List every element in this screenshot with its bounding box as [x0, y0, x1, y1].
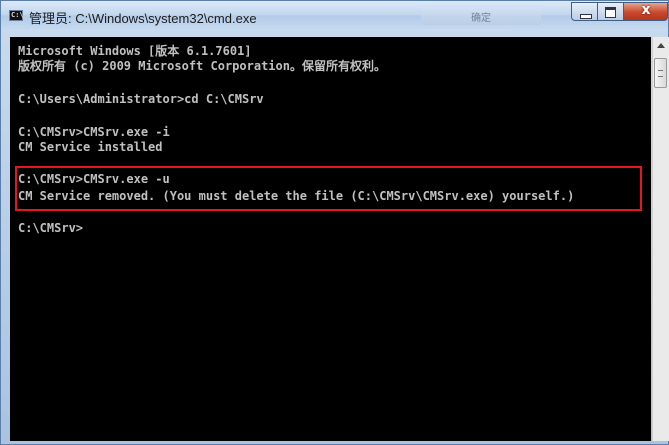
- minimize-icon: [580, 14, 592, 19]
- cmd-app-icon[interactable]: C:\: [9, 10, 24, 21]
- console-line: C:\CMSrv>CMSrv.exe -i: [18, 125, 170, 139]
- title-bar[interactable]: C:\ 管理员: C:\Windows\system32\cmd.exe 确定 …: [1, 1, 668, 31]
- close-icon: x: [641, 2, 651, 18]
- minimize-button[interactable]: [571, 2, 598, 21]
- console-line: CM Service installed: [18, 140, 163, 154]
- console-line: Microsoft Windows [版本 6.1.7601]: [18, 44, 252, 58]
- scrollbar-thumb[interactable]: [654, 58, 667, 88]
- close-button[interactable]: x: [624, 2, 668, 21]
- background-window-button: 确定: [421, 7, 541, 25]
- console-line: C:\Users\Administrator>cd C:\CMSrv: [18, 92, 264, 106]
- background-window-label: 确定: [471, 13, 491, 24]
- window-title: 管理员: C:\Windows\system32\cmd.exe: [29, 11, 257, 26]
- console-output[interactable]: Microsoft Windows [版本 6.1.7601] 版权所有 (c)…: [10, 37, 651, 441]
- vertical-scrollbar[interactable]: [652, 37, 669, 441]
- maximize-icon: [605, 7, 616, 18]
- highlight-box: [15, 166, 642, 211]
- console-line: 版权所有 (c) 2009 Microsoft Corporation。保留所有…: [18, 59, 386, 73]
- console-line: C:\CMSrv>: [18, 221, 84, 235]
- cmd-app-icon-text: C:\: [11, 11, 24, 19]
- maximize-button[interactable]: [598, 2, 624, 21]
- scroll-up-arrow-icon[interactable]: [657, 43, 665, 48]
- cmd-window: C:\ 管理员: C:\Windows\system32\cmd.exe 确定 …: [0, 0, 669, 445]
